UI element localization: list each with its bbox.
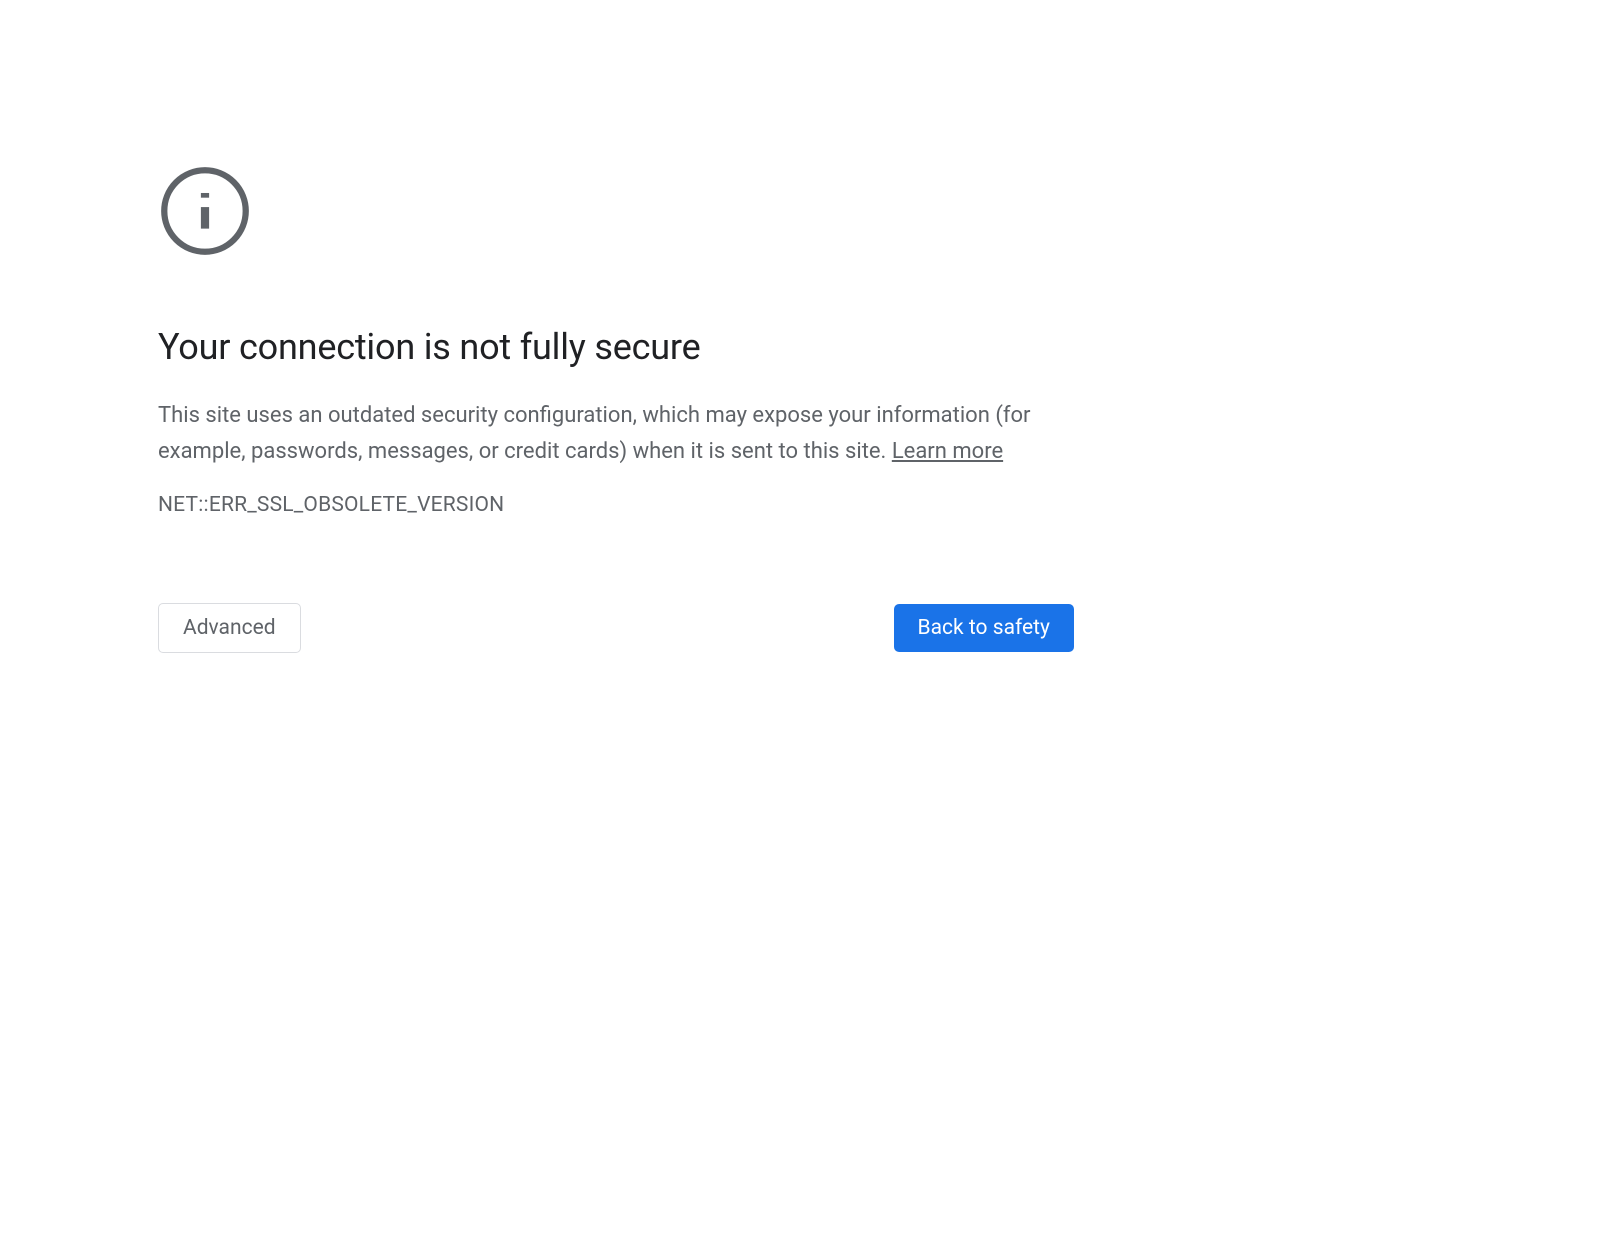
advanced-button[interactable]: Advanced: [158, 603, 301, 653]
info-icon: [158, 164, 1074, 258]
back-to-safety-button[interactable]: Back to safety: [894, 604, 1074, 652]
button-row: Advanced Back to safety: [158, 603, 1074, 653]
warning-description: This site uses an outdated security conf…: [158, 398, 1074, 471]
error-code: NET::ERR_SSL_OBSOLETE_VERSION: [158, 493, 1074, 517]
security-warning-container: Your connection is not fully secure This…: [158, 0, 1074, 653]
learn-more-link[interactable]: Learn more: [892, 439, 1003, 464]
warning-title: Your connection is not fully secure: [158, 326, 1074, 368]
